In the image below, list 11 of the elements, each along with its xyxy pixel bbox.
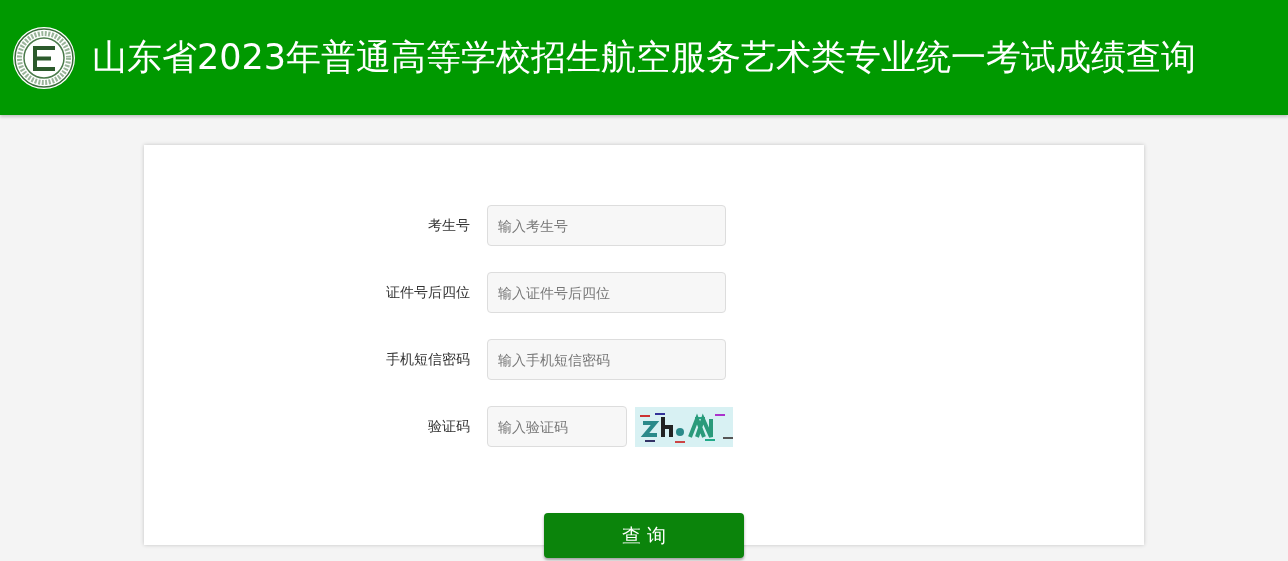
field-label: 考生号: [427, 216, 471, 235]
input-field[interactable]: 输入证件号后四位: [487, 272, 726, 313]
seal-logo-icon: [12, 25, 76, 90]
field-label: 手机短信密码: [385, 350, 471, 369]
page-title: 山东省2023年普通高等学校招生航空服务艺术类专业统一考试成绩查询: [92, 36, 1197, 79]
field-label: 验证码: [427, 417, 471, 436]
input-field[interactable]: 输入考生号: [487, 205, 726, 246]
field-label: 证件号后四位: [385, 283, 471, 302]
query-button[interactable]: 查 询: [544, 513, 744, 558]
captcha-input-field[interactable]: 输入验证码: [487, 406, 627, 447]
input-field[interactable]: 输入手机短信密码: [487, 339, 726, 380]
